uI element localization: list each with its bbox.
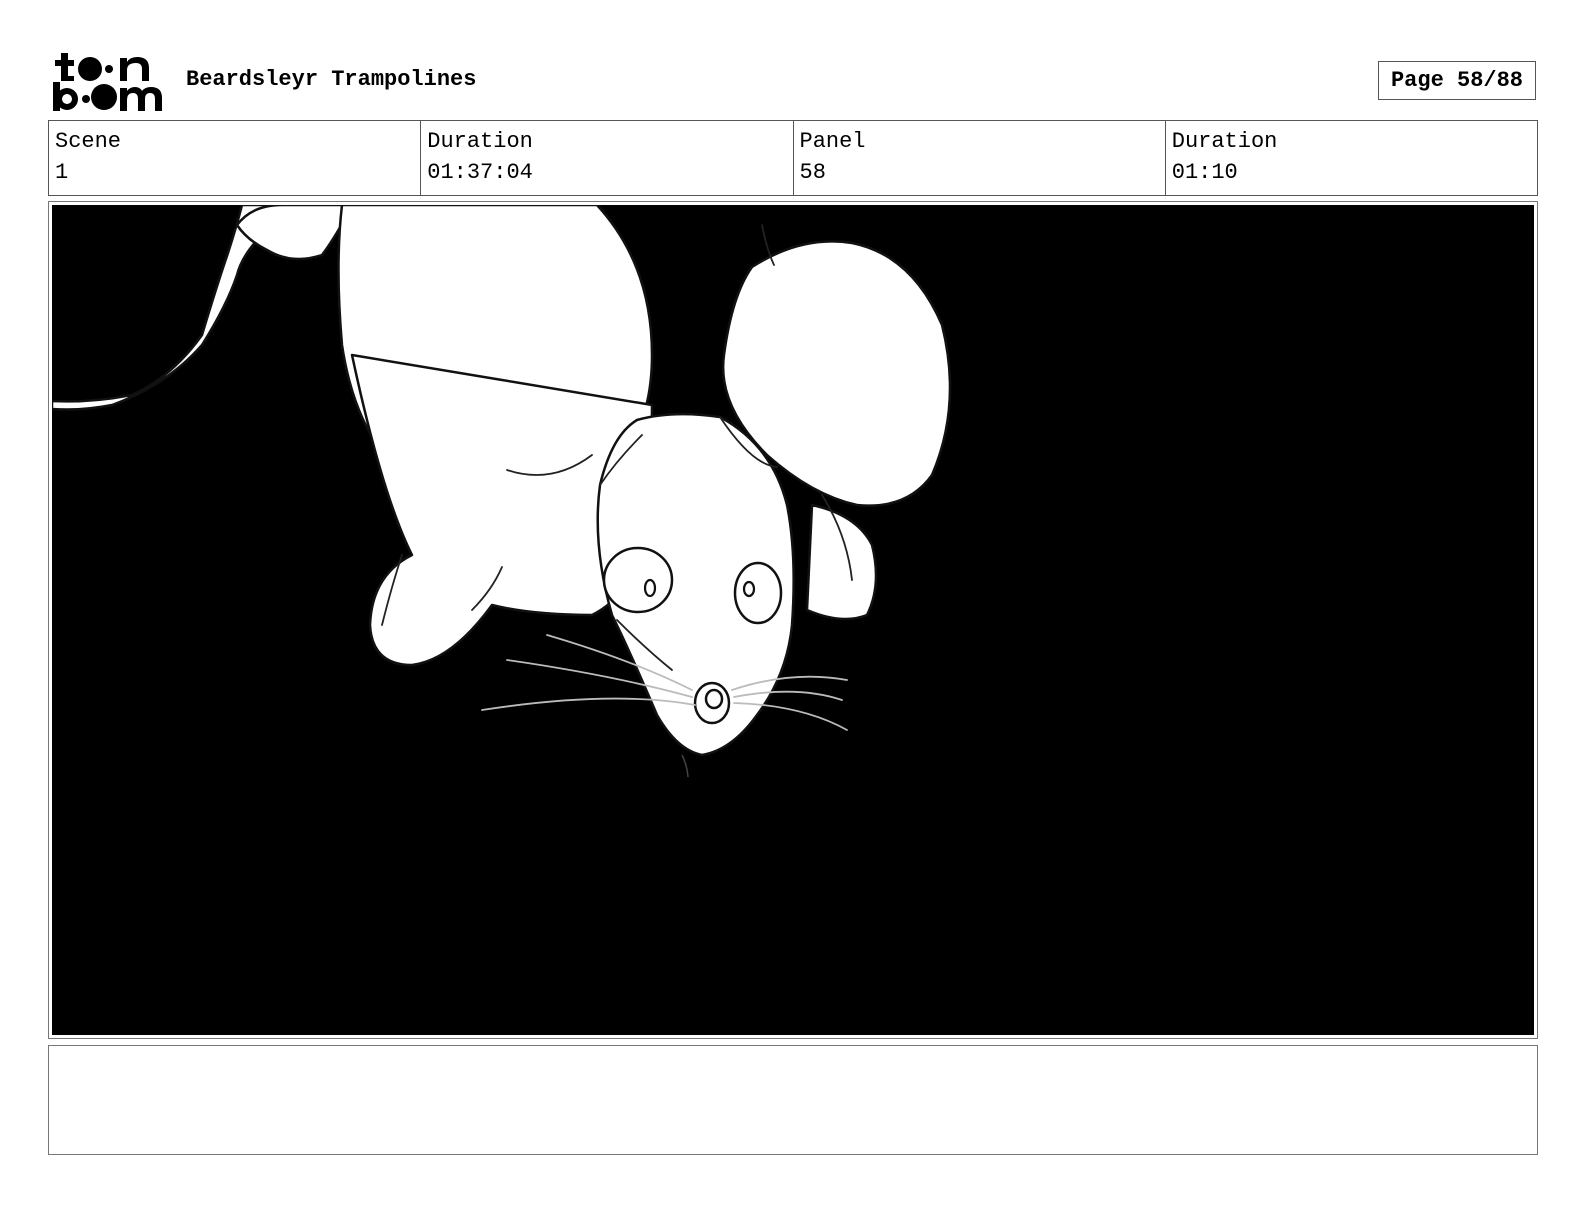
scene-label: Scene xyxy=(55,129,122,154)
mouse-pupil-left xyxy=(643,578,657,598)
storyboard-panel-image xyxy=(52,205,1534,1035)
panel-info-table: Scene 1 Duration 01:37:04 Panel 58 Durat… xyxy=(48,120,1538,196)
scene-duration-value: 01:37:04 xyxy=(427,160,533,185)
page-number-box: Page 58/88 xyxy=(1378,61,1536,100)
mouse-eye-right xyxy=(733,561,783,625)
panel-duration-value: 01:10 xyxy=(1171,160,1238,185)
mouse-sketch-drawing xyxy=(52,205,952,778)
storyboard-panel-frame xyxy=(48,201,1538,1039)
scene-duration-label: Duration xyxy=(427,129,533,154)
scene-duration-cell: Duration 01:37:04 xyxy=(421,121,794,195)
mouse-pupil-right xyxy=(742,580,756,598)
toon-boom-logo-icon xyxy=(53,53,162,111)
scene-cell: Scene 1 xyxy=(49,121,422,195)
toon-boom-logo xyxy=(52,50,164,112)
panel-cell: Panel 58 xyxy=(794,121,1166,195)
mouse-back-leg xyxy=(235,205,354,261)
mouse-eye-left xyxy=(602,546,674,614)
mouse-ear-small xyxy=(805,503,878,621)
scene-value: 1 xyxy=(55,160,69,185)
project-title: Beardsleyr Trampolines xyxy=(186,67,477,92)
panel-notes-box xyxy=(48,1045,1538,1155)
panel-duration-cell: Duration 01:10 xyxy=(1166,121,1537,195)
panel-value: 58 xyxy=(799,160,826,185)
panel-label: Panel xyxy=(799,129,866,154)
panel-duration-label: Duration xyxy=(1171,129,1278,154)
